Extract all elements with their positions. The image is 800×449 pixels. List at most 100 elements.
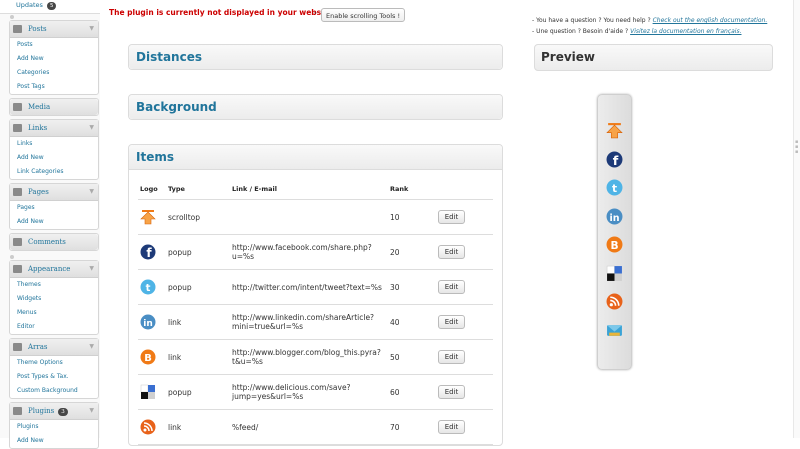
updates-label: Updates [16,1,43,9]
row-link: http://www.facebook.com/share.php?u=%s [230,234,388,270]
sidebar-item-add-link[interactable]: Add New [10,151,98,165]
sidebar-item-plugins[interactable]: Plugins [10,420,98,434]
svg-text:f: f [146,246,152,260]
edit-button[interactable]: Edit [438,315,465,329]
sidebar-item-add-post[interactable]: Add New [10,52,98,66]
english-docs-link[interactable]: Check out the english documentation. [653,17,768,24]
sidebar-item-custom-background[interactable]: Custom Background [10,384,98,398]
sidebar-item-add-plugin[interactable]: Add New [10,434,98,448]
edit-button[interactable]: Edit [438,385,465,399]
items-panel-header[interactable]: Items [129,145,502,170]
menu-title: Appearance [28,265,71,273]
menu-media: Media [9,98,99,116]
help-english-text: - You have a question ? You need help ? [532,17,651,24]
row-edit-cell: Edit [436,339,493,375]
row-edit-cell: Edit [436,409,493,445]
sidebar-separator [0,254,100,260]
background-panel-header[interactable]: Background [129,95,502,119]
edit-button[interactable]: Edit [438,245,465,259]
menu-head-plugins[interactable]: Plugins 3 ▼ [10,403,98,420]
menu-head-comments[interactable]: Comments [10,234,98,250]
email-icon[interactable] [606,322,623,339]
row-link [230,199,388,235]
sidebar-item-editor[interactable]: Editor [10,320,98,334]
menu-head-media[interactable]: Media [10,99,98,115]
menu-head-links[interactable]: Links ▼ [10,120,98,137]
sidebar-item-pages[interactable]: Pages [10,201,98,215]
notice-separator: - [314,8,317,17]
items-table-header: Logo Type Link / E-mail Rank [138,178,493,200]
distances-panel-header[interactable]: Distances [129,45,502,69]
chevron-down-icon[interactable]: ▼ [89,261,94,277]
sidebar-item-menus[interactable]: Menus [10,306,98,320]
menu-links: Links ▼ Links Add New Link Categories [9,119,99,180]
col-rank: Rank [388,178,436,200]
help-english: - You have a question ? You need help ? … [532,17,767,24]
sidebar-item-theme-options[interactable]: Theme Options [10,356,98,370]
sidebar-item-add-page[interactable]: Add New [10,215,98,229]
sidebar-item-themes[interactable]: Themes [10,278,98,292]
chevron-down-icon[interactable]: ▼ [89,403,94,419]
row-edit-cell: Edit [436,234,493,270]
delicious-icon[interactable] [606,265,623,282]
page-icon [13,188,22,196]
menu-head-pages[interactable]: Pages ▼ [10,184,98,201]
rss-icon[interactable] [606,293,623,310]
edit-button[interactable]: Edit [438,350,465,364]
svg-text:in: in [143,319,153,329]
col-type: Type [166,178,230,200]
row-logo-cell: f [138,234,166,270]
table-row: in link http://www.linkedin.com/shareArtic… [138,304,493,340]
menu-comments: Comments [9,233,99,251]
edit-button[interactable]: Edit [438,210,465,224]
svg-text:f: f [613,153,619,167]
row-rank: 40 [388,304,436,340]
scrolltop-arrow-icon[interactable] [606,122,623,139]
row-type: popup [166,234,230,270]
items-table: Logo Type Link / E-mail Rank scrolltop 10… [138,178,493,445]
blogger-icon[interactable]: B [606,236,623,253]
twitter-icon[interactable]: t [606,179,623,196]
row-type: popup [166,269,230,305]
sidebar-item-posts[interactable]: Posts [10,38,98,52]
facebook-icon: f [140,244,156,260]
edit-button[interactable]: Edit [438,420,465,434]
pin-icon [13,25,22,33]
sidebar-item-updates[interactable]: Updates 5 [0,0,100,14]
menu-title: Pages [28,188,49,196]
sidebar-item-post-types[interactable]: Post Types & Tax. [10,370,98,384]
sidebar-item-widgets[interactable]: Widgets [10,292,98,306]
comment-icon [13,238,22,246]
plugins-count-badge: 3 [58,408,68,416]
delicious-icon [140,384,156,400]
menu-plugins: Plugins 3 ▼ Plugins Add New [9,402,99,449]
sidebar-item-links[interactable]: Links [10,137,98,151]
enable-scrolling-tools-button[interactable]: Enable scrolling Tools ! [321,8,405,22]
window-scrollbar[interactable]: ▪ ▪ ▪ [793,0,800,438]
row-logo-cell: t [138,269,166,305]
table-row: f popup http://www.facebook.com/share.php?… [138,234,493,270]
table-row: scrolltop 10 Edit [138,199,493,235]
media-icon [13,103,22,111]
french-docs-link[interactable]: Visitez la documentation en français. [630,28,741,35]
sidebar-item-link-categories[interactable]: Link Categories [10,165,98,179]
facebook-icon[interactable]: f [606,151,623,168]
chevron-down-icon[interactable]: ▼ [89,339,94,355]
edit-button[interactable]: Edit [438,280,465,294]
link-icon [13,124,22,132]
chevron-down-icon[interactable]: ▼ [89,21,94,37]
menu-head-arras[interactable]: Arras ▼ [10,339,98,356]
chevron-down-icon[interactable]: ▼ [89,184,94,200]
sidebar-item-categories[interactable]: Categories [10,66,98,80]
menu-title: Comments [28,238,66,246]
sidebar-item-post-tags[interactable]: Post Tags [10,80,98,94]
row-type: link [166,339,230,375]
preview-toolbar: f t in B [597,94,632,370]
row-link: http://www.linkedin.com/shareArticle?min… [230,304,388,340]
chevron-down-icon[interactable]: ▼ [89,120,94,136]
table-row: Blink http://www.blogger.com/blog_this.py… [138,339,493,375]
menu-head-posts[interactable]: Posts ▼ [10,21,98,38]
row-rank: 60 [388,374,436,410]
menu-head-appearance[interactable]: Appearance ▼ [10,261,98,278]
linkedin-icon[interactable]: in [606,208,623,225]
